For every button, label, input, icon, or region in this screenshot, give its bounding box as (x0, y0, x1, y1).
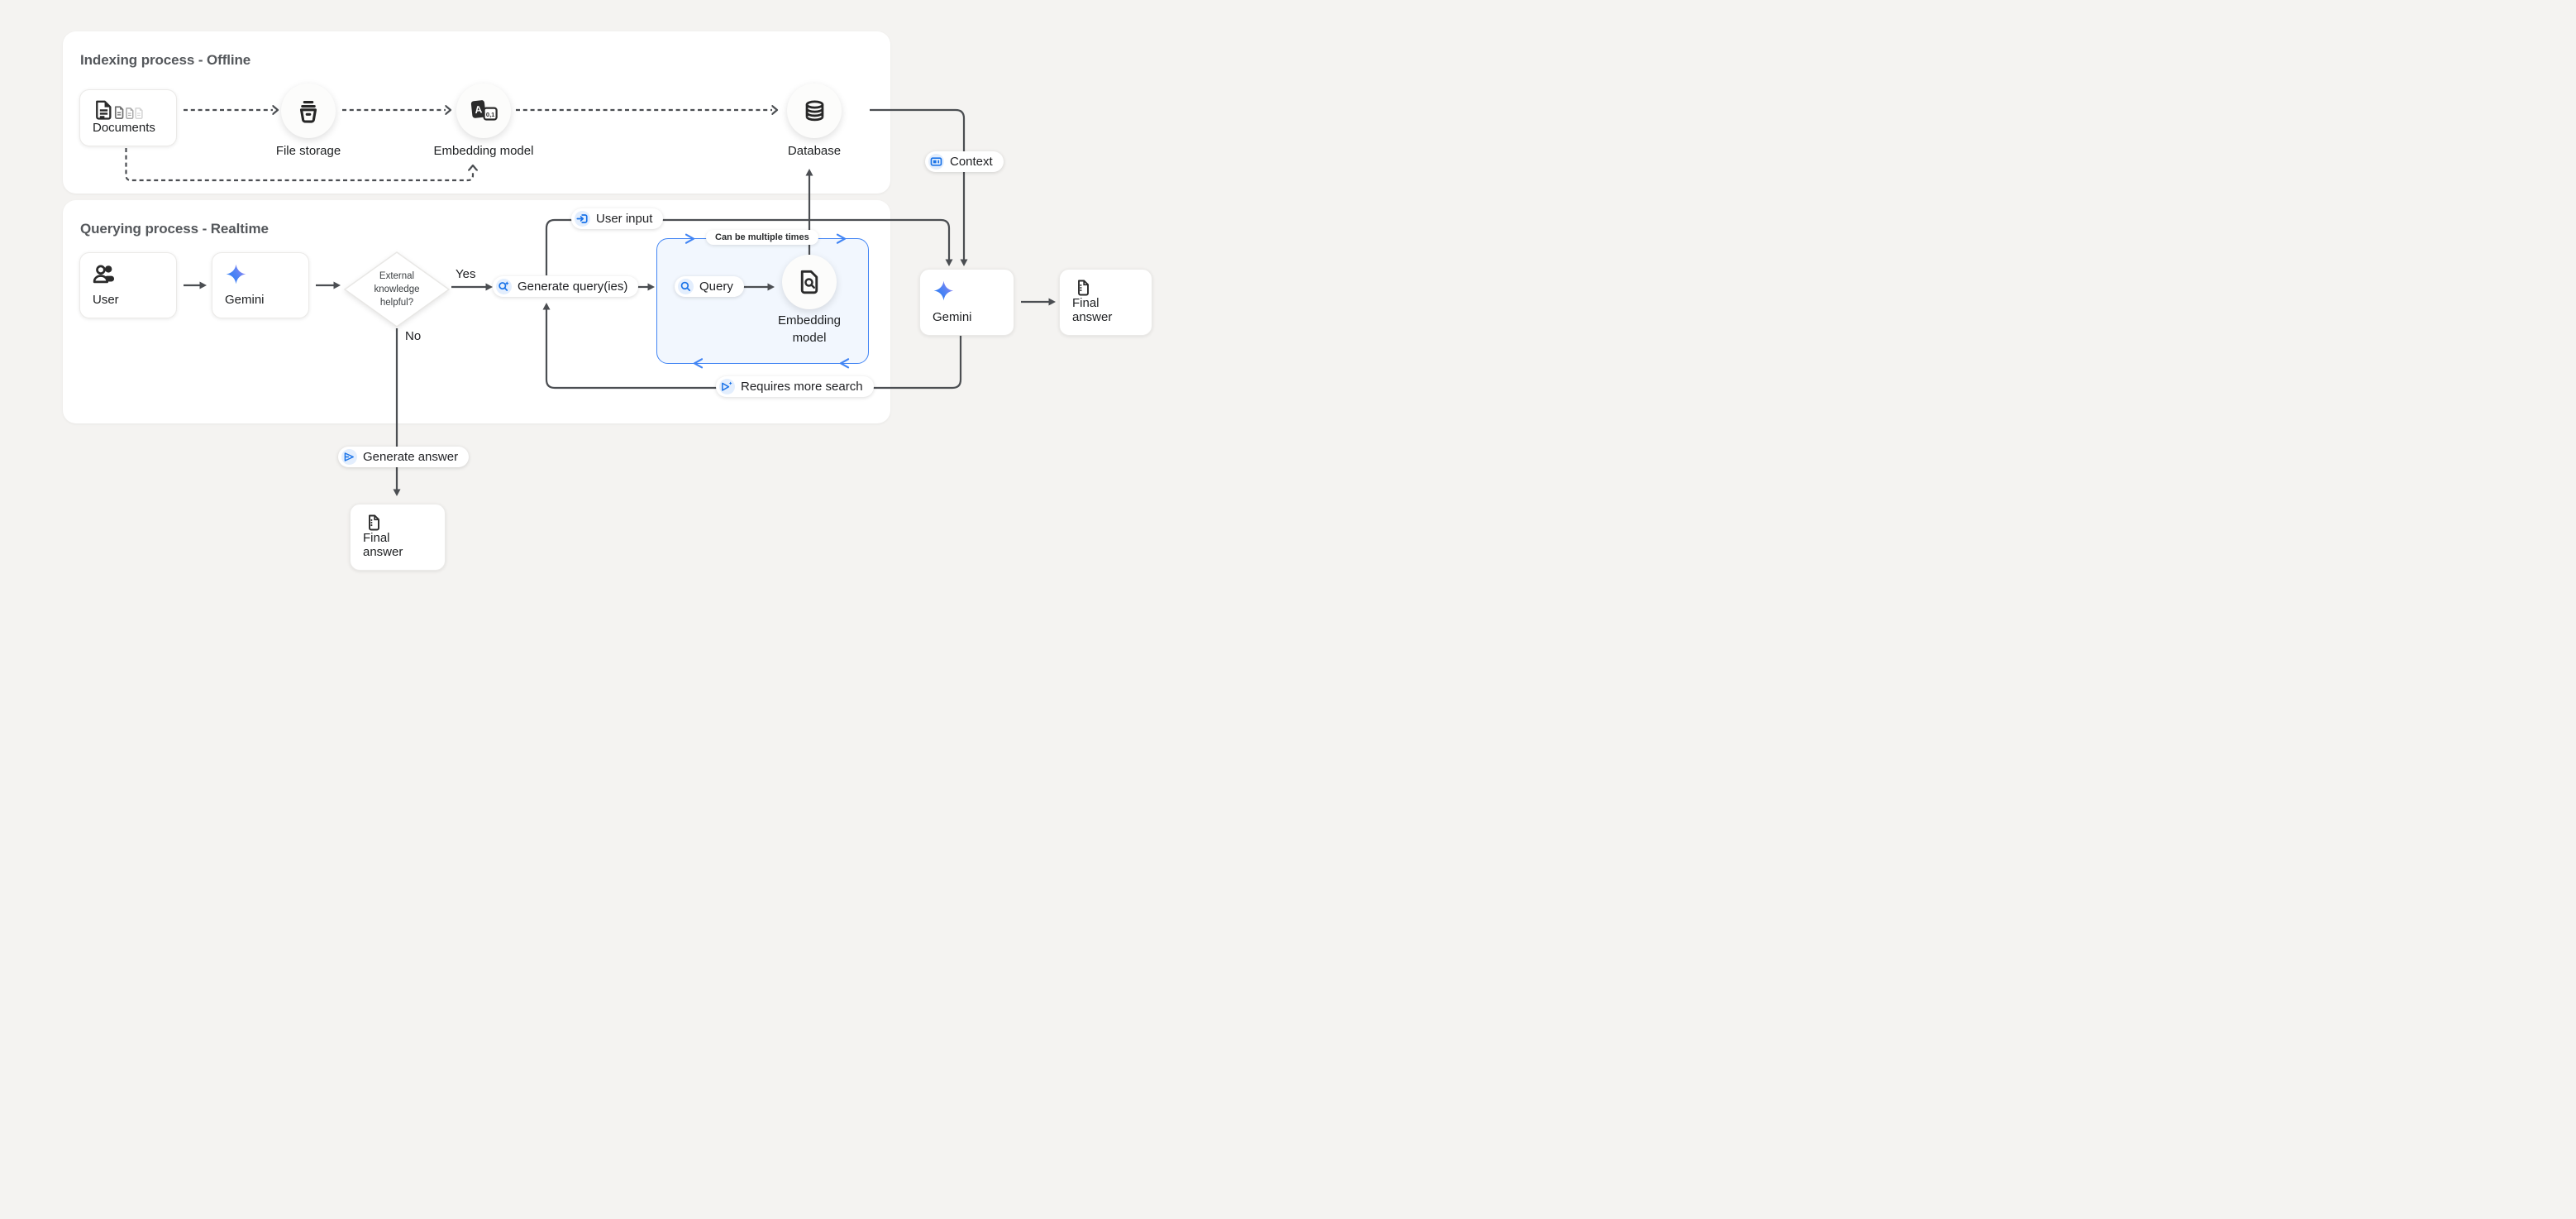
rag-architecture-diagram: A 0,1 (0, 0, 1288, 610)
send-spark-icon (719, 379, 735, 394)
no-label: No (405, 329, 421, 343)
final-answer-node-bottom: Final answer (350, 504, 446, 571)
context-pill: Context (925, 151, 1004, 172)
send-icon (341, 449, 357, 465)
search-icon (678, 279, 694, 294)
search-spark-icon (496, 279, 512, 294)
user-input-pill: User input (571, 208, 663, 229)
embedding-model-offline-node (456, 84, 511, 138)
documents-icon (93, 100, 146, 121)
file-storage-node (281, 84, 336, 138)
embedding-model-online-node (782, 255, 837, 309)
input-icon (575, 211, 590, 227)
querying-title: Querying process - Realtime (80, 221, 269, 237)
final-answer-node-right: Final answer (1059, 269, 1152, 336)
database-icon (803, 99, 827, 123)
requires-more-search-label: Requires more search (741, 380, 863, 394)
query-pill: Query (675, 276, 744, 297)
document-search-icon (797, 270, 822, 294)
final-answer-document-icon (1072, 280, 1095, 296)
database-label: Database (765, 144, 864, 158)
context-label: Context (950, 155, 993, 169)
generate-queries-pill: Generate query(ies) (493, 276, 638, 297)
file-storage-label: File storage (259, 144, 358, 158)
gemini-answer-label: Gemini (933, 310, 1001, 324)
file-storage-icon (296, 98, 321, 123)
generate-answer-label: Generate answer (363, 450, 458, 464)
final-answer-right-label: Final answer (1072, 296, 1139, 324)
embedding-model-icon (469, 99, 499, 123)
requires-more-search-pill: Requires more search (716, 376, 874, 397)
gemini-icon (225, 263, 247, 285)
user-node: User (79, 252, 177, 318)
query-label: Query (699, 280, 733, 294)
final-answer-bottom-label: Final answer (363, 531, 432, 559)
decision-node: External knowledge helpful? (342, 250, 451, 329)
user-icon (93, 263, 116, 284)
decision-label: External knowledge helpful? (367, 270, 427, 309)
generate-answer-pill: Generate answer (338, 447, 469, 467)
documents-label: Documents (93, 121, 164, 135)
gemini-icon (933, 280, 955, 302)
context-icon (928, 154, 944, 170)
database-node (787, 84, 842, 138)
gemini-node-query: Gemini (212, 252, 309, 318)
gemini-query-label: Gemini (225, 293, 296, 307)
generate-queries-label: Generate query(ies) (518, 280, 627, 294)
user-input-label: User input (596, 212, 652, 226)
embedding-model-offline-label: Embedding model (426, 144, 541, 158)
yes-label: Yes (456, 267, 475, 281)
embedding-model-online-label: Embedding model (772, 312, 847, 347)
final-answer-document-icon (363, 514, 385, 531)
documents-node: Documents (79, 89, 177, 146)
indexing-title: Indexing process - Offline (80, 52, 250, 69)
gemini-node-answer: Gemini (919, 269, 1014, 336)
can-be-multiple-times-badge: Can be multiple times (706, 230, 818, 245)
user-label: User (93, 293, 164, 307)
